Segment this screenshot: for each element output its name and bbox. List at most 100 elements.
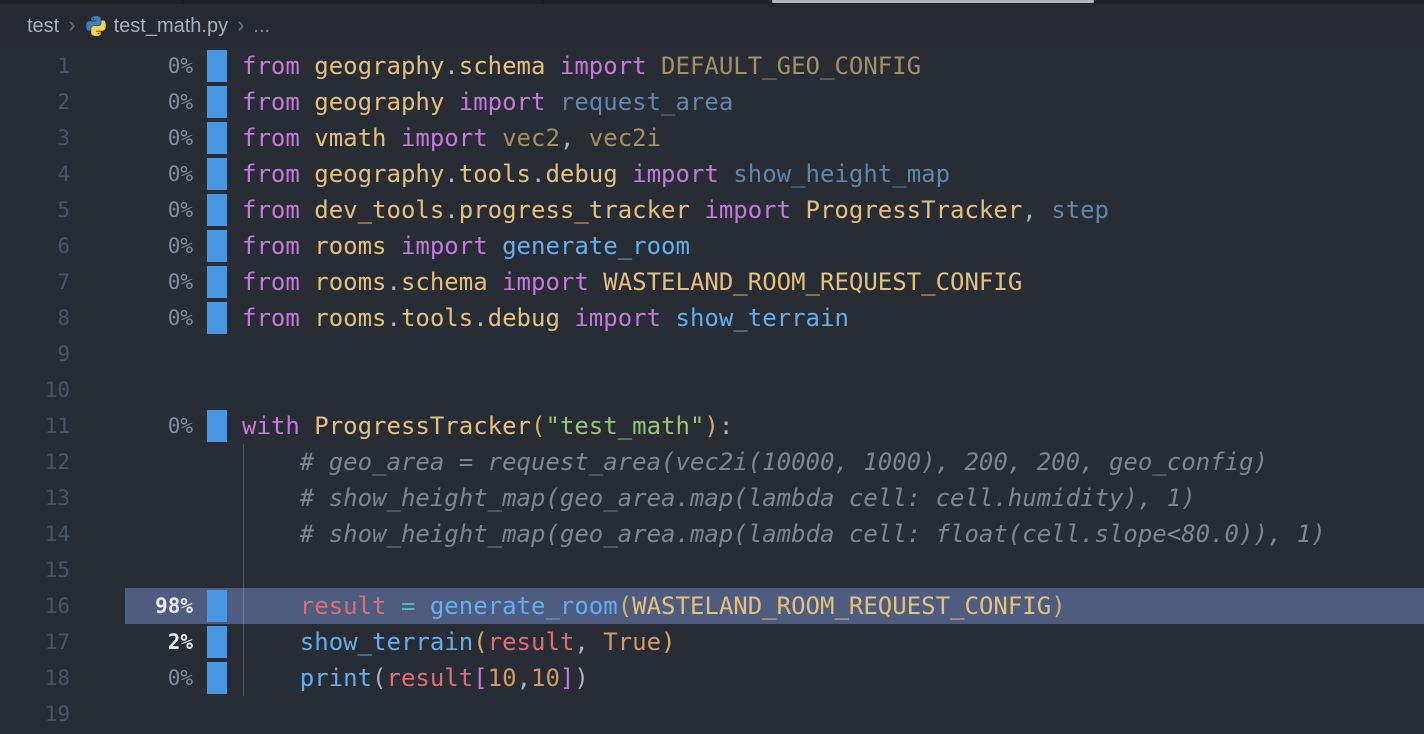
code-line[interactable]: from geography.tools.debug import show_h… [242,156,950,192]
syntax-token: request_area [560,88,733,116]
breadcrumb-item-symbols[interactable]: ... [253,15,270,38]
code-line[interactable]: result = generate_room(WASTELAND_ROOM_RE… [242,588,1066,624]
line-number[interactable]: 7 [0,264,70,300]
line-number[interactable]: 16 [0,588,70,624]
line-number[interactable]: 3 [0,120,70,156]
breadcrumb-item-file[interactable]: test_math.py [85,15,229,38]
syntax-token: from [242,268,314,296]
syntax-token: . [444,52,458,80]
line-number[interactable]: 1 [0,48,70,84]
line-number[interactable]: 13 [0,480,70,516]
top-strip [0,0,1424,4]
coverage-badge: 0% [70,264,193,300]
code-row: 172% show_terrain(result, True) [0,624,1424,660]
syntax-token: geography [314,160,444,188]
code-row: 20%from geography import request_area [0,84,1424,120]
code-row: 10 [0,372,1424,408]
coverage-badge: 0% [70,300,193,336]
coverage-gutter-block [207,50,227,82]
code-line[interactable]: from rooms.schema import WASTELAND_ROOM_… [242,264,1022,300]
code-line[interactable]: # show_height_map(geo_area.map(lambda ce… [242,516,1326,552]
code-editor[interactable]: 1 0% from geography.schema import DEFAULT_… [0,48,1424,732]
syntax-token: show_terrain [676,304,849,332]
code-line[interactable]: from dev_tools.progress_tracker import P… [242,192,1109,228]
code-line[interactable]: with ProgressTracker("test_math"): [242,408,733,444]
coverage-gutter-block [207,662,227,694]
syntax-token: schema [401,268,488,296]
coverage-badge: 0% [70,228,193,264]
breadcrumb-item-folder[interactable]: test [27,15,59,38]
syntax-token: from [242,160,314,188]
code-line[interactable]: show_terrain(result, True) [242,624,676,660]
syntax-token: import [387,124,503,152]
coverage-badge: 2% [70,624,193,660]
line-number[interactable]: 14 [0,516,70,552]
python-icon [85,15,107,37]
code-line[interactable]: from geography import request_area [242,84,733,120]
syntax-token: import [488,268,604,296]
line-number[interactable]: 10 [0,372,70,408]
syntax-token: , [1022,196,1051,224]
code-line[interactable]: print(result[10,10]) [242,660,589,696]
gutter-column [207,480,227,516]
syntax-token: WASTELAND_ROOM_REQUEST_CONFIG [632,592,1051,620]
syntax-token: rooms [314,268,386,296]
top-scrollbar[interactable] [772,0,1094,3]
syntax-token: import [618,160,734,188]
coverage-badge [70,336,193,372]
coverage-gutter-block [207,626,227,658]
syntax-token: result [300,592,387,620]
line-number[interactable]: 9 [0,336,70,372]
syntax-token: vmath [314,124,386,152]
line-number[interactable]: 17 [0,624,70,660]
line-number[interactable]: 11 [0,408,70,444]
line-number[interactable]: 4 [0,156,70,192]
line-number[interactable]: 18 [0,660,70,696]
syntax-token: ) [661,628,675,656]
syntax-token: [ [473,664,487,692]
syntax-token: debug [488,304,560,332]
line-number[interactable]: 6 [0,228,70,264]
syntax-token [415,592,429,620]
code-line[interactable]: # geo_area = request_area(vec2i(10000, 1… [242,444,1268,480]
line-number[interactable]: 5 [0,192,70,228]
coverage-gutter-block [207,122,227,154]
chevron-right-icon: › [68,3,75,47]
coverage-badge [70,372,193,408]
syntax-token: progress_tracker [459,196,690,224]
line-number[interactable]: 2 [0,84,70,120]
line-number[interactable]: 8 [0,300,70,336]
code-row: 40%from geography.tools.debug import sho… [0,156,1424,192]
code-line[interactable] [242,552,300,588]
syntax-token: WASTELAND_ROOM_REQUEST_CONFIG [603,268,1022,296]
syntax-token: "test_math" [545,412,704,440]
code-line[interactable]: from rooms import generate_room [242,228,690,264]
line-number[interactable]: 15 [0,552,70,588]
syntax-token: tools [459,160,531,188]
syntax-token: ] [560,664,574,692]
code-line[interactable]: from geography.schema import DEFAULT_GEO… [242,48,921,84]
syntax-token: import [690,196,806,224]
syntax-token: ) [1051,592,1065,620]
syntax-token: show_terrain [300,628,473,656]
syntax-token: ) [704,412,718,440]
code-row: 15 [0,552,1424,588]
breadcrumb-file-label: test_math.py [114,15,229,38]
syntax-token: # geo_area = request_area(vec2i(10000, 1… [300,448,1268,476]
syntax-token: # show_height_map(geo_area.map(lambda ce… [300,484,1196,512]
syntax-token: ProgressTracker [314,412,531,440]
line-number[interactable]: 12 [0,444,70,480]
syntax-token: result [488,628,575,656]
syntax-token: with [242,412,314,440]
code-row: 12 # geo_area = request_area(vec2i(10000,… [0,444,1424,480]
line-number[interactable]: 19 [0,696,70,732]
gutter-column [207,300,227,336]
syntax-token [387,592,401,620]
syntax-token: . [444,160,458,188]
coverage-gutter-block [207,158,227,190]
code-line[interactable]: # show_height_map(geo_area.map(lambda ce… [242,480,1196,516]
code-line[interactable]: from rooms.tools.debug import show_terra… [242,300,849,336]
syntax-token: , [560,124,589,152]
code-line[interactable]: from vmath import vec2, vec2i [242,120,661,156]
syntax-token: debug [545,160,617,188]
